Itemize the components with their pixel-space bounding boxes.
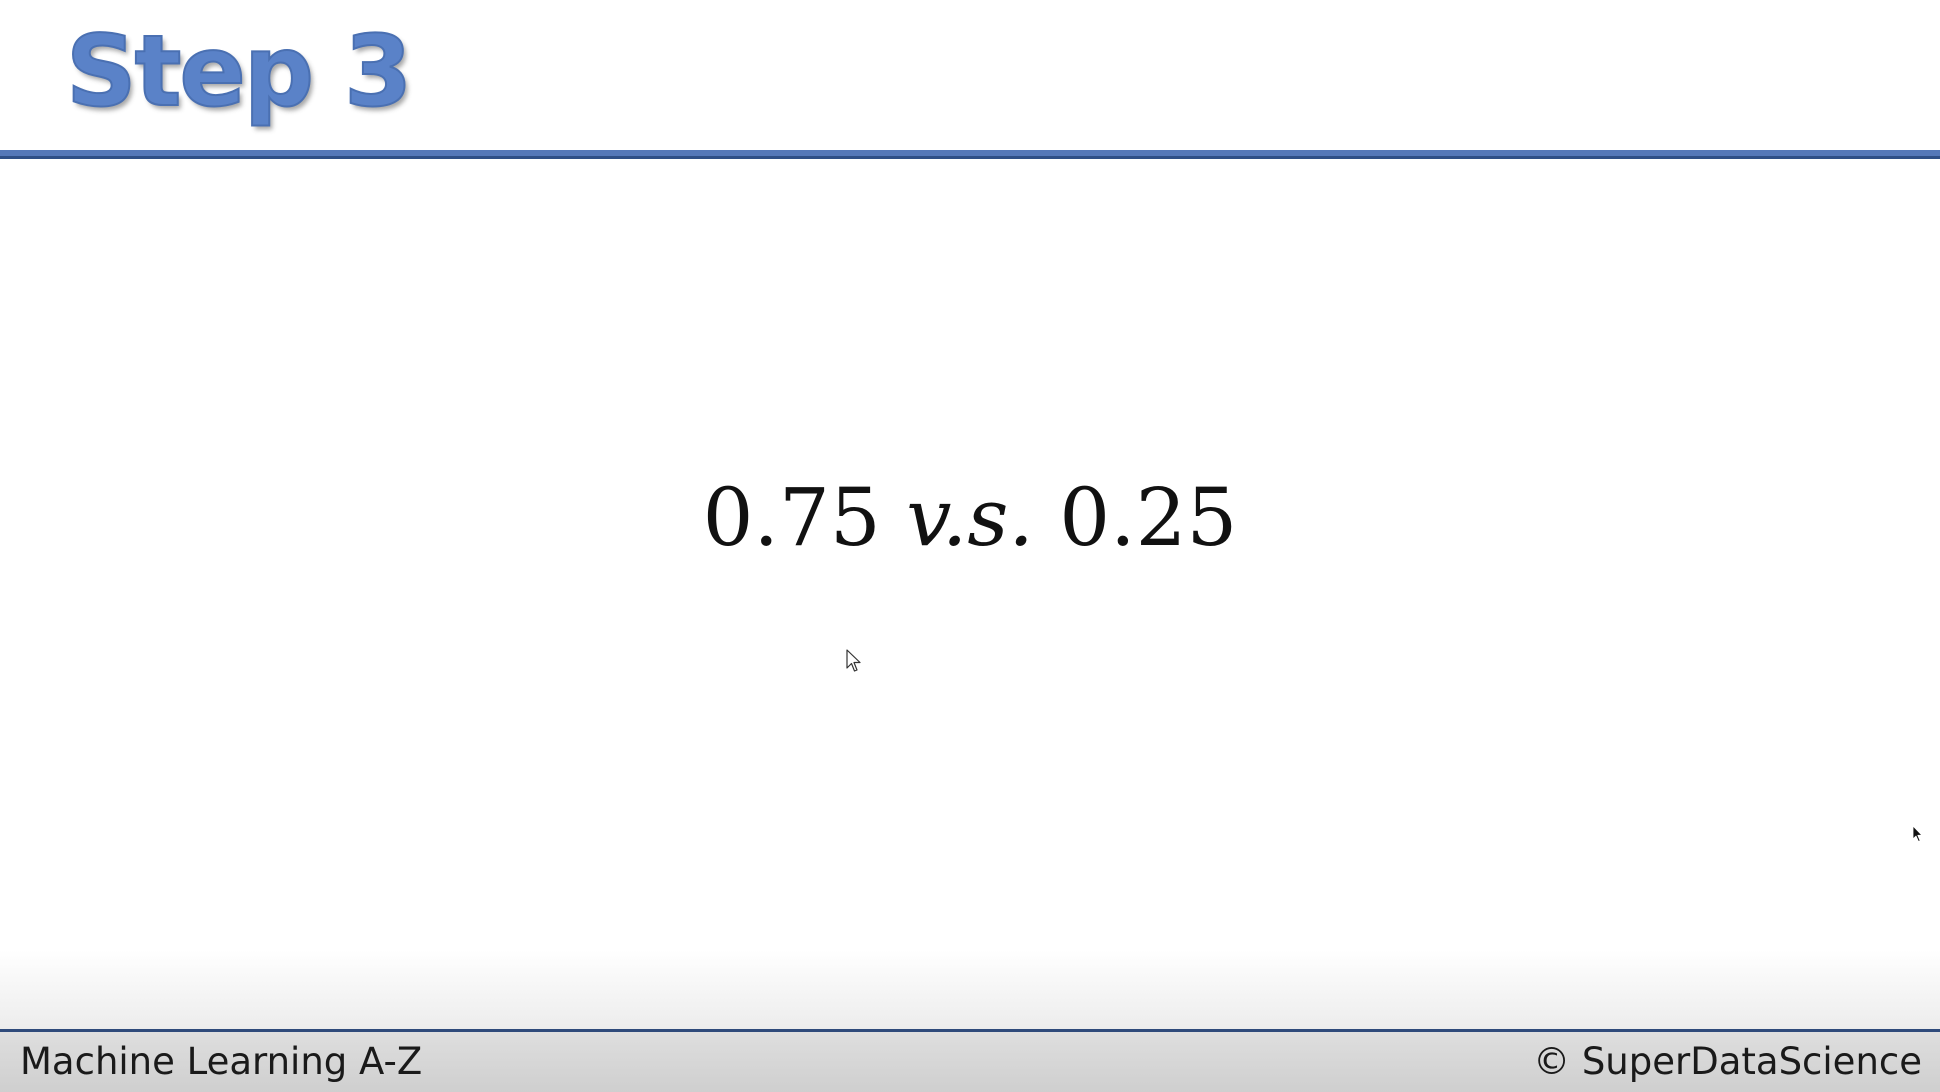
title-divider	[0, 150, 1940, 159]
mouse-pointer-icon	[846, 649, 861, 672]
mouse-pointer-icon	[1912, 825, 1923, 842]
comparison-formula: 0.75 v.s. 0.25	[0, 470, 1940, 566]
formula-right-value: 0.25	[1059, 471, 1238, 564]
formula-left-value: 0.75	[702, 471, 881, 564]
footer-copyright: © SuperDataScience	[1533, 1040, 1922, 1083]
slide: Step 3 0.75 v.s. 0.25 Machine Learning A…	[0, 0, 1940, 1092]
footer-course-name: Machine Learning A-Z	[20, 1040, 423, 1083]
footer-fade	[0, 950, 1940, 1030]
formula-operator: v.s.	[906, 471, 1034, 564]
slide-title: Step 3	[65, 14, 413, 130]
